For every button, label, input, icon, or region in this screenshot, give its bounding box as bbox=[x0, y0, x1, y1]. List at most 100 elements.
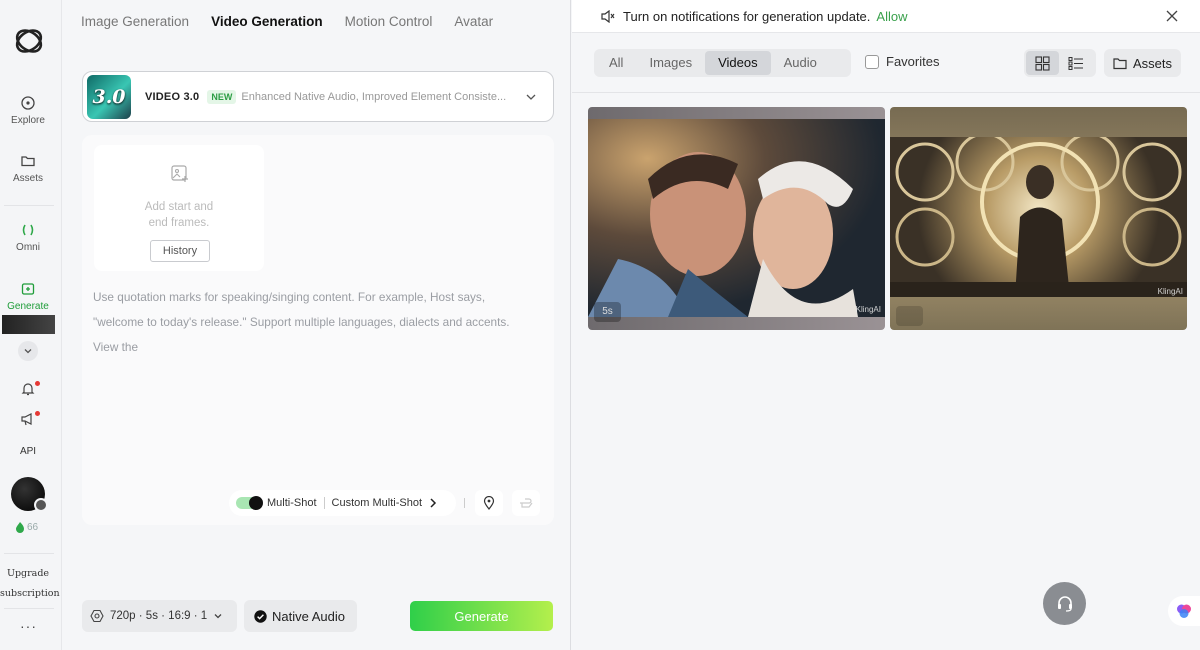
multishot-label: Multi-Shot bbox=[267, 497, 317, 509]
frames-upload[interactable]: Add start and end frames. History bbox=[94, 145, 264, 271]
chevron-down-icon bbox=[214, 614, 222, 619]
left-rail: Explore Assets Omni Generate API 66 Upgr… bbox=[0, 0, 62, 650]
close-icon[interactable] bbox=[1165, 9, 1179, 23]
rail-item-label: Generate bbox=[7, 301, 49, 312]
frames-hint-line: end frames. bbox=[148, 217, 210, 229]
history-button[interactable]: History bbox=[150, 240, 210, 262]
video-duration bbox=[896, 306, 923, 326]
divider bbox=[572, 92, 1200, 93]
frames-hint: Add start and end frames. bbox=[94, 199, 264, 231]
model-name: VIDEO 3.0 bbox=[145, 90, 200, 103]
tab-video-generation[interactable]: Video Generation bbox=[211, 14, 323, 29]
rail-item-api[interactable]: API bbox=[0, 446, 56, 457]
video-result-card[interactable]: 5s KlingAI bbox=[588, 107, 885, 330]
frames-hint-line: Add start and bbox=[144, 201, 214, 213]
assets-button[interactable]: Assets bbox=[1104, 49, 1181, 77]
announcement-dot bbox=[35, 411, 40, 416]
video-thumbnail-art bbox=[588, 152, 858, 317]
placeholder-line: "welcome to today's release." Support mu… bbox=[93, 315, 510, 329]
multishot-bar: Multi-Shot Custom Multi-Shot bbox=[229, 490, 456, 516]
ai-assistant-button[interactable] bbox=[1168, 596, 1200, 626]
rail-item-label: API bbox=[19, 446, 37, 457]
chevron-down-icon bbox=[526, 94, 536, 100]
rail-item-label: Assets bbox=[12, 173, 43, 184]
filter-audio[interactable]: Audio bbox=[771, 51, 830, 75]
add-image-icon bbox=[171, 165, 188, 182]
custom-multishot-button[interactable]: Custom Multi-Shot bbox=[332, 497, 422, 509]
brain-icon bbox=[1177, 604, 1191, 618]
divider bbox=[464, 498, 465, 508]
megaphone-icon bbox=[21, 413, 32, 426]
generation-tabs: Image Generation Video Generation Motion… bbox=[81, 14, 493, 29]
list-view-button[interactable] bbox=[1059, 51, 1092, 75]
location-button[interactable] bbox=[475, 490, 503, 516]
chevron-right-icon bbox=[430, 498, 437, 508]
credits-count: 66 bbox=[27, 522, 39, 533]
folder-icon bbox=[21, 156, 35, 167]
notification-banner: Turn on notifications for generation upd… bbox=[572, 0, 1200, 33]
app-logo-icon[interactable] bbox=[12, 24, 46, 58]
results-panel: Turn on notifications for generation upd… bbox=[572, 0, 1200, 650]
bell-icon bbox=[21, 383, 35, 396]
subscription-label: subscription bbox=[0, 588, 60, 599]
chevron-down-icon bbox=[24, 349, 32, 354]
native-audio-toggle[interactable]: Native Audio bbox=[244, 600, 357, 632]
asset-type-filter: All Images Videos Audio bbox=[594, 49, 851, 77]
filter-all[interactable]: All bbox=[596, 51, 636, 75]
grid-view-button[interactable] bbox=[1026, 51, 1059, 75]
credit-icon bbox=[16, 522, 24, 533]
support-button[interactable] bbox=[1043, 582, 1086, 625]
prompt-input[interactable]: Use quotation marks for speaking/singing… bbox=[93, 285, 543, 360]
check-circle-icon bbox=[254, 609, 267, 623]
rail-active-indicator bbox=[2, 315, 55, 334]
rail-divider bbox=[4, 553, 54, 554]
generation-panel: Image Generation Video Generation Motion… bbox=[63, 0, 571, 650]
more-options-button[interactable]: ··· bbox=[20, 618, 37, 634]
folder-icon bbox=[1113, 57, 1127, 69]
filter-videos[interactable]: Videos bbox=[705, 51, 771, 75]
headset-icon bbox=[1057, 595, 1072, 612]
upgrade-subscription-link[interactable]: Upgrade subscription bbox=[0, 564, 60, 604]
rail-item-assets[interactable]: Assets bbox=[0, 153, 56, 184]
multishot-toggle[interactable] bbox=[236, 496, 263, 510]
tab-avatar[interactable]: Avatar bbox=[454, 14, 493, 29]
rail-item-label: Omni bbox=[16, 242, 40, 253]
video-result-card[interactable]: KlingAI bbox=[890, 107, 1187, 330]
favorites-filter[interactable]: Favorites bbox=[865, 54, 939, 69]
watermark: KlingAI bbox=[1157, 287, 1183, 296]
notifications-button[interactable] bbox=[21, 382, 35, 401]
filter-images[interactable]: Images bbox=[636, 51, 705, 75]
rail-item-generate[interactable]: Generate bbox=[0, 281, 56, 312]
hand-button[interactable] bbox=[512, 490, 540, 516]
video-thumbnail bbox=[588, 119, 885, 317]
rail-expand-button[interactable] bbox=[18, 341, 38, 361]
divider bbox=[323, 497, 325, 509]
view-mode-toggle bbox=[1024, 49, 1096, 77]
generate-button[interactable]: Generate bbox=[410, 601, 553, 631]
location-pin-icon bbox=[483, 496, 495, 510]
placeholder-line: View the bbox=[93, 340, 139, 354]
omni-icon bbox=[22, 224, 34, 236]
favorites-checkbox[interactable] bbox=[865, 54, 879, 69]
video-thumbnail-art bbox=[890, 132, 1187, 297]
model-description: Enhanced Native Audio, Improved Element … bbox=[241, 90, 507, 103]
placeholder-line: Use quotation marks for speaking/singing… bbox=[93, 290, 486, 304]
tab-image-generation[interactable]: Image Generation bbox=[81, 14, 189, 29]
video-duration: 5s bbox=[594, 302, 621, 322]
generation-settings-button[interactable]: 720p · 5s · 16:9 · 1 bbox=[82, 600, 237, 632]
allow-notifications-link[interactable]: Allow bbox=[876, 9, 907, 24]
speaker-icon bbox=[601, 9, 615, 23]
tab-motion-control[interactable]: Motion Control bbox=[345, 14, 433, 29]
native-audio-label: Native Audio bbox=[272, 608, 345, 624]
rail-divider bbox=[4, 205, 54, 206]
announcements-button[interactable] bbox=[20, 412, 36, 431]
credits-display[interactable]: 66 bbox=[15, 522, 38, 533]
model-selector[interactable]: 3.0 VIDEO 3.0 NEW Enhanced Native Audio,… bbox=[82, 71, 554, 122]
list-icon bbox=[1068, 56, 1083, 70]
new-badge: NEW bbox=[207, 89, 237, 104]
avatar-badge bbox=[34, 498, 48, 512]
rail-item-omni[interactable]: Omni bbox=[0, 222, 56, 253]
explore-icon bbox=[21, 96, 35, 110]
rail-item-explore[interactable]: Explore bbox=[0, 95, 56, 126]
model-thumbnail: 3.0 bbox=[87, 74, 131, 119]
